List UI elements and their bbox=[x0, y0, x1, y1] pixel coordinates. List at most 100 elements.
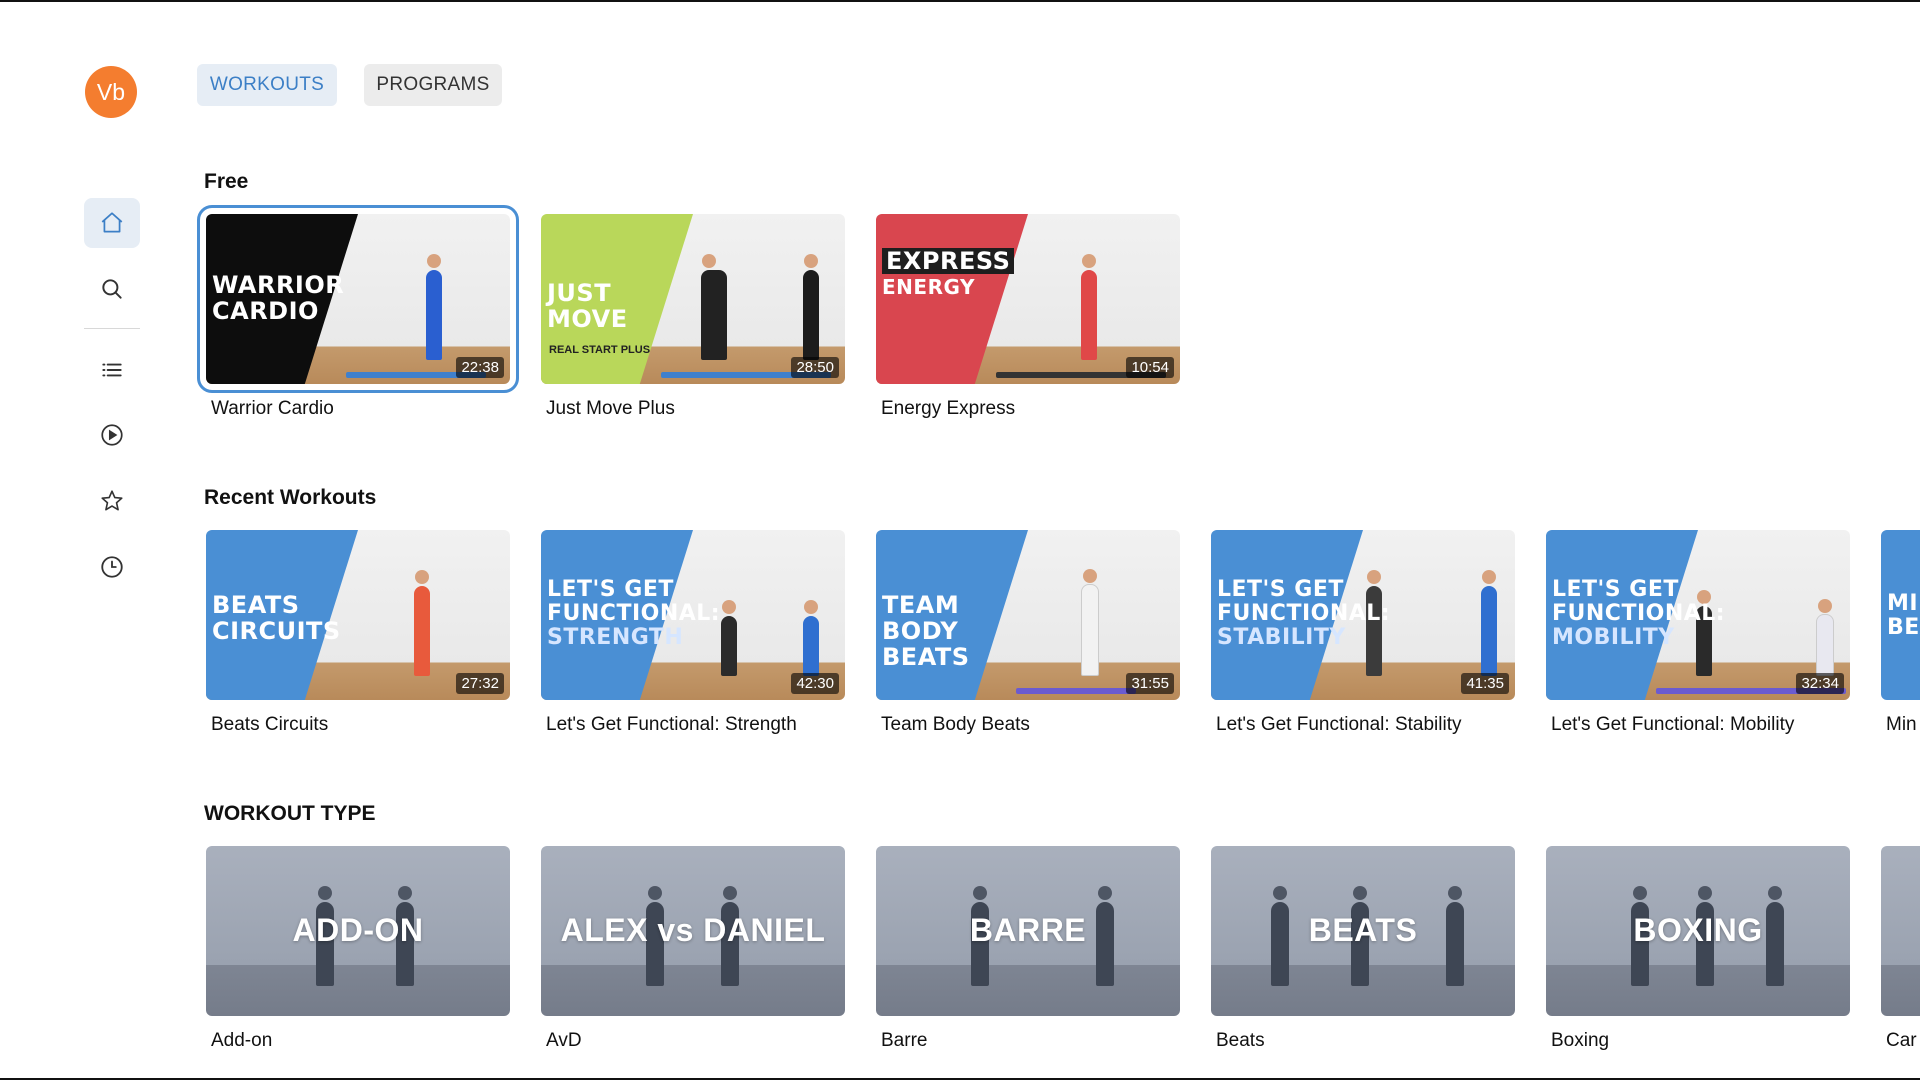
workout-type-thumbnail: BEATS bbox=[1211, 846, 1515, 1016]
card-title: Beats bbox=[1216, 1030, 1265, 1051]
thumb-title-line: JUST MOVE bbox=[547, 279, 628, 333]
workout-card[interactable]: EXPRESS ENERGY 10:54 Energy Express bbox=[876, 214, 1180, 420]
thumb-title-line: FUNCTIONAL: bbox=[547, 601, 721, 626]
card-title: Let's Get Functional: Mobility bbox=[1551, 714, 1795, 735]
thumb-title-line: LET'S GET bbox=[1552, 577, 1679, 602]
duration-badge: 22:38 bbox=[456, 357, 504, 378]
sidebar-home-button[interactable] bbox=[84, 198, 140, 248]
thumb-title-line: WARRIOR bbox=[212, 271, 345, 299]
workout-thumbnail: LET'S GET FUNCTIONAL: STABILITY 41:35 bbox=[1211, 530, 1515, 700]
section-title-recent: Recent Workouts bbox=[204, 486, 377, 509]
workout-card[interactable]: LET'S GET FUNCTIONAL: STABILITY 41:35 Le… bbox=[1211, 530, 1515, 736]
section-title-free: Free bbox=[204, 170, 249, 193]
workout-type-thumbnail: BARRE bbox=[876, 846, 1180, 1016]
thumb-title: ADD-ON bbox=[292, 912, 424, 948]
workout-type-thumbnail bbox=[1881, 846, 1920, 1016]
workout-thumbnail: EXPRESS ENERGY 10:54 bbox=[876, 214, 1180, 384]
star-icon bbox=[101, 490, 123, 511]
card-title: Min bbox=[1886, 714, 1917, 735]
card-title: Barre bbox=[881, 1030, 928, 1051]
search-icon bbox=[102, 279, 122, 299]
thumb-title-line: ENERGY bbox=[882, 275, 975, 299]
thumb-title-line: CARDIO bbox=[212, 297, 319, 325]
workout-thumbnail: MIN BEA bbox=[1881, 530, 1920, 700]
workout-card[interactable]: WARRIOR CARDIO 22:38 Warrior Cardio bbox=[197, 205, 519, 420]
thumb-title: BOXING bbox=[1633, 912, 1763, 948]
card-title: Team Body Beats bbox=[881, 714, 1030, 735]
sidebar-search-button[interactable] bbox=[84, 264, 140, 314]
thumb-title: BARRE bbox=[969, 912, 1087, 948]
sidebar-favorites-button[interactable] bbox=[84, 476, 140, 526]
workout-thumbnail: TEAM BODY BEATS 31:55 bbox=[876, 530, 1180, 700]
duration-badge: 32:34 bbox=[1796, 673, 1844, 694]
thumb-title-line: EXPRESS bbox=[882, 248, 1015, 274]
thumb-title-line: CIRCUITS bbox=[212, 617, 341, 645]
play-icon bbox=[101, 424, 123, 446]
thumb-title: ALEX vs DANIEL bbox=[560, 912, 826, 948]
workout-card[interactable]: MIN BEA Min bbox=[1881, 530, 1920, 736]
workout-thumbnail: JUST MOVE REAL START PLUS 28:50 bbox=[541, 214, 845, 384]
card-title: Car bbox=[1886, 1030, 1917, 1051]
thumb-title-line: BEATS bbox=[212, 591, 300, 619]
card-title: Warrior Cardio bbox=[211, 398, 334, 419]
card-title: Let's Get Functional: Strength bbox=[546, 714, 797, 735]
list-icon bbox=[102, 363, 122, 377]
thumb-title-line: FUNCTIONAL: bbox=[1552, 601, 1726, 626]
workout-type-card[interactable]: BOXING Boxing bbox=[1546, 846, 1850, 1052]
thumb-title-line: STABILITY bbox=[1217, 625, 1346, 650]
duration-badge: 27:32 bbox=[456, 673, 504, 694]
workout-card[interactable]: TEAM BODY BEATS 31:55 Team Body Beats bbox=[876, 530, 1180, 736]
duration-badge: 28:50 bbox=[791, 357, 839, 378]
sidebar-play-button[interactable] bbox=[84, 410, 140, 460]
avatar-initials: Vb bbox=[96, 78, 126, 105]
home-icon bbox=[101, 212, 123, 233]
sidebar-history-button[interactable] bbox=[84, 542, 140, 592]
duration-badge: 31:55 bbox=[1126, 673, 1174, 694]
thumb-title-line: FUNCTIONAL: bbox=[1217, 601, 1391, 626]
card-title: AvD bbox=[546, 1030, 582, 1051]
tab-workouts[interactable]: WORKOUTS bbox=[197, 64, 337, 106]
section-title-workout-type: WORKOUT TYPE bbox=[204, 802, 376, 825]
card-title: Energy Express bbox=[881, 398, 1016, 419]
card-title: Just Move Plus bbox=[546, 398, 675, 419]
workout-type-thumbnail: ADD-ON bbox=[206, 846, 510, 1016]
card-title: Boxing bbox=[1551, 1030, 1610, 1051]
workout-type-card[interactable]: BARRE Barre bbox=[876, 846, 1180, 1052]
sidebar-divider bbox=[84, 328, 140, 329]
sidebar-list-button[interactable] bbox=[84, 345, 140, 395]
brand-logo: REAL START PLUS bbox=[549, 344, 651, 356]
thumb-title-line: MOBILITY bbox=[1552, 625, 1675, 650]
tab-programs[interactable]: PROGRAMS bbox=[364, 64, 502, 106]
card-title: Add-on bbox=[211, 1030, 273, 1051]
clock-icon bbox=[101, 556, 123, 578]
thumb-title: BEATS bbox=[1308, 912, 1418, 948]
top-border bbox=[0, 0, 1920, 2]
workout-card[interactable]: LET'S GET FUNCTIONAL: STRENGTH 42:30 Let… bbox=[541, 530, 845, 736]
workout-card[interactable]: LET'S GET FUNCTIONAL: MOBILITY 32:34 Let… bbox=[1546, 530, 1850, 736]
card-title: Beats Circuits bbox=[211, 714, 329, 735]
thumb-title-line: TEAM BODY bbox=[882, 591, 960, 645]
workout-card[interactable]: JUST MOVE REAL START PLUS 28:50 Just Mov… bbox=[541, 214, 845, 420]
workout-type-card[interactable]: ALEX vs DANIEL AvD bbox=[541, 846, 845, 1052]
workout-type-card[interactable]: Car bbox=[1881, 846, 1920, 1052]
card-title: Let's Get Functional: Stability bbox=[1216, 714, 1462, 735]
workout-card[interactable]: BEATS CIRCUITS 27:32 Beats Circuits bbox=[206, 530, 510, 736]
thumb-title-line: STRENGTH bbox=[547, 625, 684, 650]
workout-thumbnail: LET'S GET FUNCTIONAL: MOBILITY 32:34 bbox=[1546, 530, 1850, 700]
workout-thumbnail: BEATS CIRCUITS 27:32 bbox=[206, 530, 510, 700]
workout-thumbnail: WARRIOR CARDIO 22:38 bbox=[197, 205, 519, 393]
duration-badge: 41:35 bbox=[1461, 673, 1509, 694]
duration-badge: 42:30 bbox=[791, 673, 839, 694]
workout-type-card[interactable]: ADD-ON Add-on bbox=[206, 846, 510, 1052]
thumb-title-line: BEATS bbox=[882, 643, 970, 671]
user-avatar[interactable]: Vb bbox=[85, 66, 137, 118]
workout-type-card[interactable]: BEATS Beats bbox=[1211, 846, 1515, 1052]
thumb-title-line: MIN bbox=[1887, 591, 1920, 616]
workout-thumbnail: LET'S GET FUNCTIONAL: STRENGTH 42:30 bbox=[541, 530, 845, 700]
thumb-title-line: BEA bbox=[1887, 615, 1920, 640]
thumb-title-line: LET'S GET bbox=[1217, 577, 1344, 602]
workout-type-thumbnail: ALEX vs DANIEL bbox=[541, 846, 845, 1016]
workout-type-thumbnail: BOXING bbox=[1546, 846, 1850, 1016]
thumb-title-line: LET'S GET bbox=[547, 577, 674, 602]
duration-badge: 10:54 bbox=[1126, 357, 1174, 378]
